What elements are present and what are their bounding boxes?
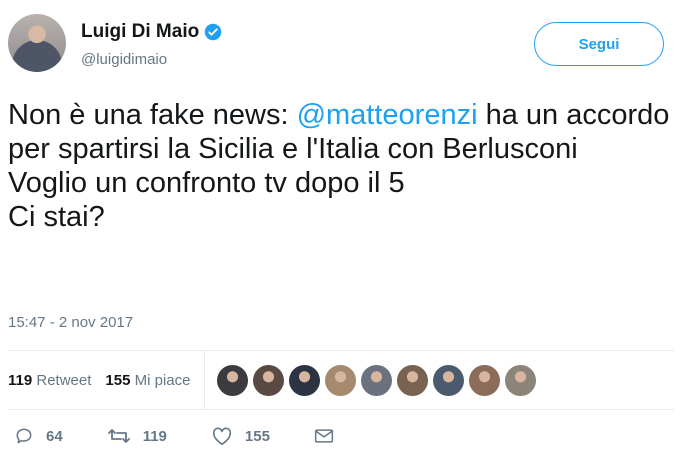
tweet-header: Luigi Di Maio @luigidimaio Segui [8, 14, 674, 78]
stats-separator [204, 351, 206, 409]
liker-avatar[interactable] [469, 364, 501, 396]
retweet-stat-label: Retweet [36, 371, 92, 389]
retweet-stat-count: 119 [8, 371, 33, 389]
mention-link[interactable]: @matteorenzi [297, 99, 478, 131]
liker-avatar[interactable] [397, 364, 429, 396]
liker-avatars [217, 364, 537, 396]
user-handle[interactable]: @luigidimaio [81, 51, 167, 68]
tweet-line-3: Ci stai? [8, 201, 105, 233]
reply-count: 64 [46, 427, 63, 445]
like-count: 155 [244, 427, 270, 445]
engagement-stats: 119 Retweet 155 Mi piace [8, 351, 674, 409]
retweet-stat[interactable]: 119 Retweet [8, 372, 91, 389]
tweet-actions: 64 119 155 [14, 426, 390, 446]
direct-message-button[interactable] [314, 427, 346, 445]
avatar[interactable] [8, 14, 66, 72]
liker-avatar[interactable] [433, 364, 465, 396]
like-stat-label: Mi piace [134, 371, 191, 389]
reply-icon [16, 428, 32, 444]
envelope-icon [314, 429, 334, 443]
like-stat[interactable]: 155 Mi piace [105, 372, 190, 389]
follow-button[interactable]: Segui [534, 22, 664, 66]
retweet-icon [107, 429, 130, 443]
reply-button[interactable]: 64 [14, 426, 63, 446]
heart-icon [212, 427, 232, 445]
tweet-text: Non è una fake news: @matteorenzi ha un … [8, 98, 674, 234]
name-row: Luigi Di Maio [81, 21, 222, 43]
retweet-count: 119 [142, 427, 167, 445]
liker-avatar[interactable] [217, 364, 249, 396]
retweet-button[interactable]: 119 [107, 426, 167, 446]
like-stat-count: 155 [105, 371, 131, 389]
divider [8, 409, 674, 410]
tweet-line-1: Non è una fake news: @matteorenzi ha un … [8, 98, 674, 166]
tweet-timestamp[interactable]: 15:47 - 2 nov 2017 [8, 314, 133, 331]
display-name[interactable]: Luigi Di Maio [81, 21, 199, 43]
liker-avatar[interactable] [253, 364, 285, 396]
tweet-line-2: Voglio un confronto tv dopo il 5 [8, 167, 405, 199]
tweet-text-before-mention: Non è una fake news: [8, 99, 297, 131]
liker-avatar[interactable] [325, 364, 357, 396]
liker-avatar[interactable] [289, 364, 321, 396]
liker-avatar[interactable] [505, 364, 537, 396]
verified-badge-icon [204, 23, 222, 41]
liker-avatar[interactable] [361, 364, 393, 396]
like-button[interactable]: 155 [211, 426, 270, 446]
